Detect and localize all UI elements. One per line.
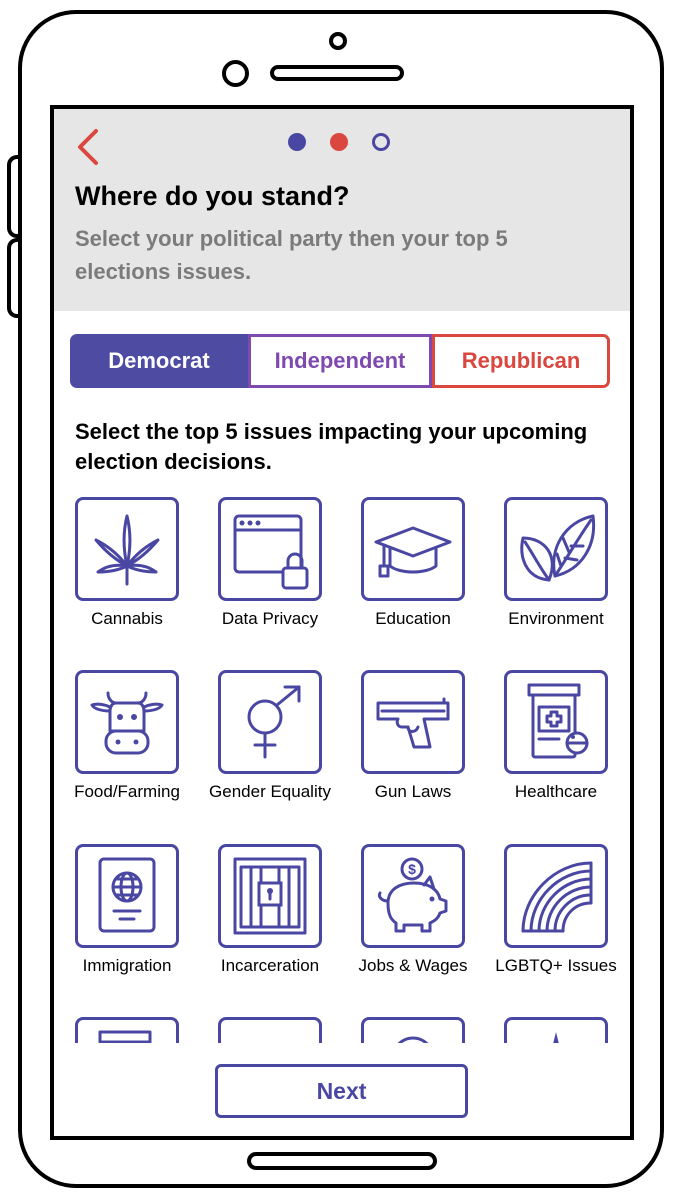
issue-food-farming[interactable]: Food/Farming: [54, 670, 197, 830]
issue-card: [75, 670, 179, 774]
next-button[interactable]: Next: [215, 1064, 468, 1118]
page-title: Where do you stand?: [75, 181, 350, 211]
sensor-icon: [329, 32, 347, 50]
issue-label: LGBTQ+ Issues: [495, 956, 617, 975]
piggy-bank-icon: $: [378, 857, 448, 933]
issue-card: [218, 497, 322, 601]
app-screen: Where do you stand? Select your politica…: [50, 105, 634, 1140]
issue-environment[interactable]: Environment: [483, 497, 626, 657]
issue-data-privacy[interactable]: Data Privacy: [197, 497, 340, 657]
issue-label: Gun Laws: [374, 782, 452, 801]
issue-card: $: [361, 844, 465, 948]
front-camera-icon: [222, 60, 249, 87]
issue-partial[interactable]: [483, 1017, 626, 1043]
back-button[interactable]: [74, 127, 104, 167]
rainbow-icon: [521, 861, 593, 933]
earpiece-speaker: [270, 65, 404, 81]
issue-immigration[interactable]: Immigration: [54, 844, 197, 1004]
jail-cell-icon: [233, 857, 307, 935]
passport-icon: [98, 857, 156, 933]
graduation-cap-icon: [374, 526, 452, 578]
chevron-left-icon: [78, 129, 98, 165]
issues-grid: Cannabis Data Privacy Education Environm…: [54, 497, 630, 1043]
progress-dot-complete: [288, 133, 306, 151]
browser-lock-icon: [233, 514, 309, 590]
issue-card: [218, 844, 322, 948]
issue-label: Gender Equality: [209, 782, 331, 801]
svg-text:$: $: [408, 861, 416, 877]
page-subtitle: Select your political party then your to…: [75, 226, 508, 284]
issue-label: Jobs & Wages: [358, 956, 468, 975]
issue-label: Immigration: [82, 956, 172, 975]
issue-card: [361, 1017, 465, 1043]
issue-card: [75, 1017, 179, 1043]
issue-card: [218, 670, 322, 774]
home-indicator[interactable]: [247, 1152, 437, 1170]
issue-label: Food/Farming: [74, 782, 180, 801]
issue-card: [504, 1017, 608, 1043]
cannabis-leaf-icon: [94, 514, 160, 586]
issue-card: [504, 670, 608, 774]
issue-gun-laws[interactable]: Gun Laws: [340, 670, 483, 830]
leaves-icon: [520, 514, 596, 582]
issue-incarceration[interactable]: Incarceration: [197, 844, 340, 1004]
issues-heading: Select the top 5 issues impacting your u…: [75, 419, 588, 474]
progress-dot-current: [330, 133, 348, 151]
issue-label: Healthcare: [514, 782, 598, 801]
issue-education[interactable]: Education: [340, 497, 483, 657]
issue-jobs-wages[interactable]: $ Jobs & Wages: [340, 844, 483, 1004]
party-option-democrat[interactable]: Democrat: [70, 334, 248, 388]
issue-card: [504, 844, 608, 948]
issue-card: [218, 1017, 322, 1043]
issue-healthcare[interactable]: Healthcare: [483, 670, 626, 830]
header: Where do you stand? Select your politica…: [54, 109, 630, 311]
issue-card: [504, 497, 608, 601]
issue-partial[interactable]: [340, 1017, 483, 1043]
issue-card: [361, 670, 465, 774]
party-option-republican[interactable]: Republican: [432, 334, 610, 388]
issue-card: [75, 497, 179, 601]
issue-partial[interactable]: [54, 1017, 197, 1043]
issue-label: Data Privacy: [221, 609, 319, 628]
cow-icon: [90, 691, 164, 755]
issue-gender-equality[interactable]: Gender Equality: [197, 670, 340, 830]
progress-dot-upcoming: [372, 133, 390, 151]
issue-label: Cannabis: [91, 609, 163, 628]
medicine-bottle-icon: [527, 683, 589, 759]
issue-lgbtq-issues[interactable]: LGBTQ+ Issues: [483, 844, 626, 1004]
issue-card: [75, 844, 179, 948]
pistol-icon: [376, 697, 450, 749]
party-option-independent[interactable]: Independent: [248, 334, 432, 388]
issue-label: Environment: [508, 609, 604, 628]
bottle-cap-icon: [98, 1030, 152, 1043]
circle-icon: [397, 1036, 429, 1043]
issue-card: [361, 497, 465, 601]
issue-partial[interactable]: [197, 1017, 340, 1043]
issue-label: Incarceration: [220, 956, 320, 975]
issue-cannabis[interactable]: Cannabis: [54, 497, 197, 657]
issue-label: Education: [375, 609, 451, 628]
drop-icon: [553, 1032, 559, 1043]
gender-symbol-icon: [247, 685, 301, 759]
